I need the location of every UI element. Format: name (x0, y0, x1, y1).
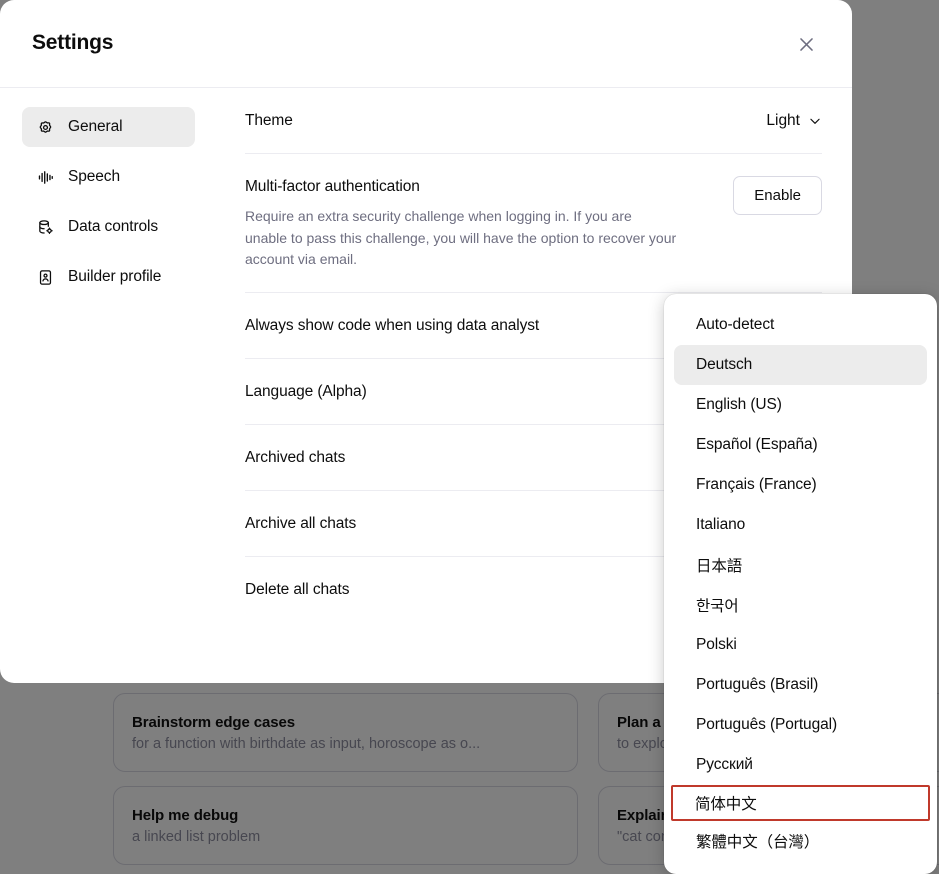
language-option-japanese[interactable]: 日本語 (674, 545, 927, 585)
sidebar-item-label: Data controls (68, 218, 159, 235)
language-option-deutsch[interactable]: Deutsch (674, 345, 927, 385)
setting-label: Theme (245, 112, 293, 129)
close-icon (797, 35, 816, 54)
language-option-polski[interactable]: Polski (674, 625, 927, 665)
id-card-icon (36, 268, 54, 286)
language-option-portugues-portugal[interactable]: Português (Portugal) (674, 705, 927, 745)
language-option-portugues-brasil[interactable]: Português (Brasil) (674, 665, 927, 705)
setting-label: Archive all chats (245, 515, 357, 533)
theme-value: Light (766, 112, 800, 129)
language-option-italiano[interactable]: Italiano (674, 505, 927, 545)
language-dropdown-menu: Auto-detect Deutsch English (US) Español… (664, 294, 937, 874)
sidebar-item-label: General (68, 118, 123, 135)
waveform-icon (36, 168, 54, 186)
setting-row-mfa: Multi-factor authentication Require an e… (245, 154, 822, 294)
setting-label: Delete all chats (245, 581, 350, 599)
sidebar-item-speech[interactable]: Speech (22, 157, 195, 197)
screen: Brainstorm edge cases for a function wit… (0, 0, 939, 874)
sidebar-item-label: Builder profile (68, 268, 162, 285)
sidebar-item-data-controls[interactable]: Data controls (22, 207, 195, 247)
close-button[interactable] (788, 26, 824, 62)
enable-mfa-button[interactable]: Enable (733, 176, 822, 215)
settings-sidebar: General Speech Data controls Builder pro… (0, 88, 219, 682)
page-title: Settings (32, 31, 114, 54)
setting-label: Always show code when using data analyst (245, 317, 540, 335)
setting-label: Language (Alpha) (245, 383, 367, 401)
language-option-espanol-espana[interactable]: Español (España) (674, 425, 927, 465)
dialog-header: Settings (0, 0, 852, 88)
theme-select[interactable]: Light (766, 110, 822, 130)
language-option-francais-france[interactable]: Français (France) (674, 465, 927, 505)
gear-icon (36, 118, 54, 136)
language-option-russian[interactable]: Русский (674, 745, 927, 785)
setting-row-theme: Theme Light (245, 88, 822, 154)
sidebar-item-label: Speech (68, 168, 120, 185)
language-option-auto-detect[interactable]: Auto-detect (674, 305, 927, 345)
setting-description: Require an extra security challenge when… (245, 208, 677, 268)
setting-label: Archived chats (245, 449, 346, 467)
language-option-korean[interactable]: 한국어 (674, 585, 927, 625)
chevron-down-icon (808, 114, 822, 128)
language-option-simplified-chinese[interactable]: 简体中文 (671, 785, 930, 821)
language-option-traditional-chinese[interactable]: 繁體中文（台灣） (674, 821, 927, 861)
sidebar-item-builder-profile[interactable]: Builder profile (22, 257, 195, 297)
setting-label: Multi-factor authentication (245, 178, 420, 195)
database-gear-icon (36, 218, 54, 236)
language-option-english-us[interactable]: English (US) (674, 385, 927, 425)
sidebar-item-general[interactable]: General (22, 107, 195, 147)
